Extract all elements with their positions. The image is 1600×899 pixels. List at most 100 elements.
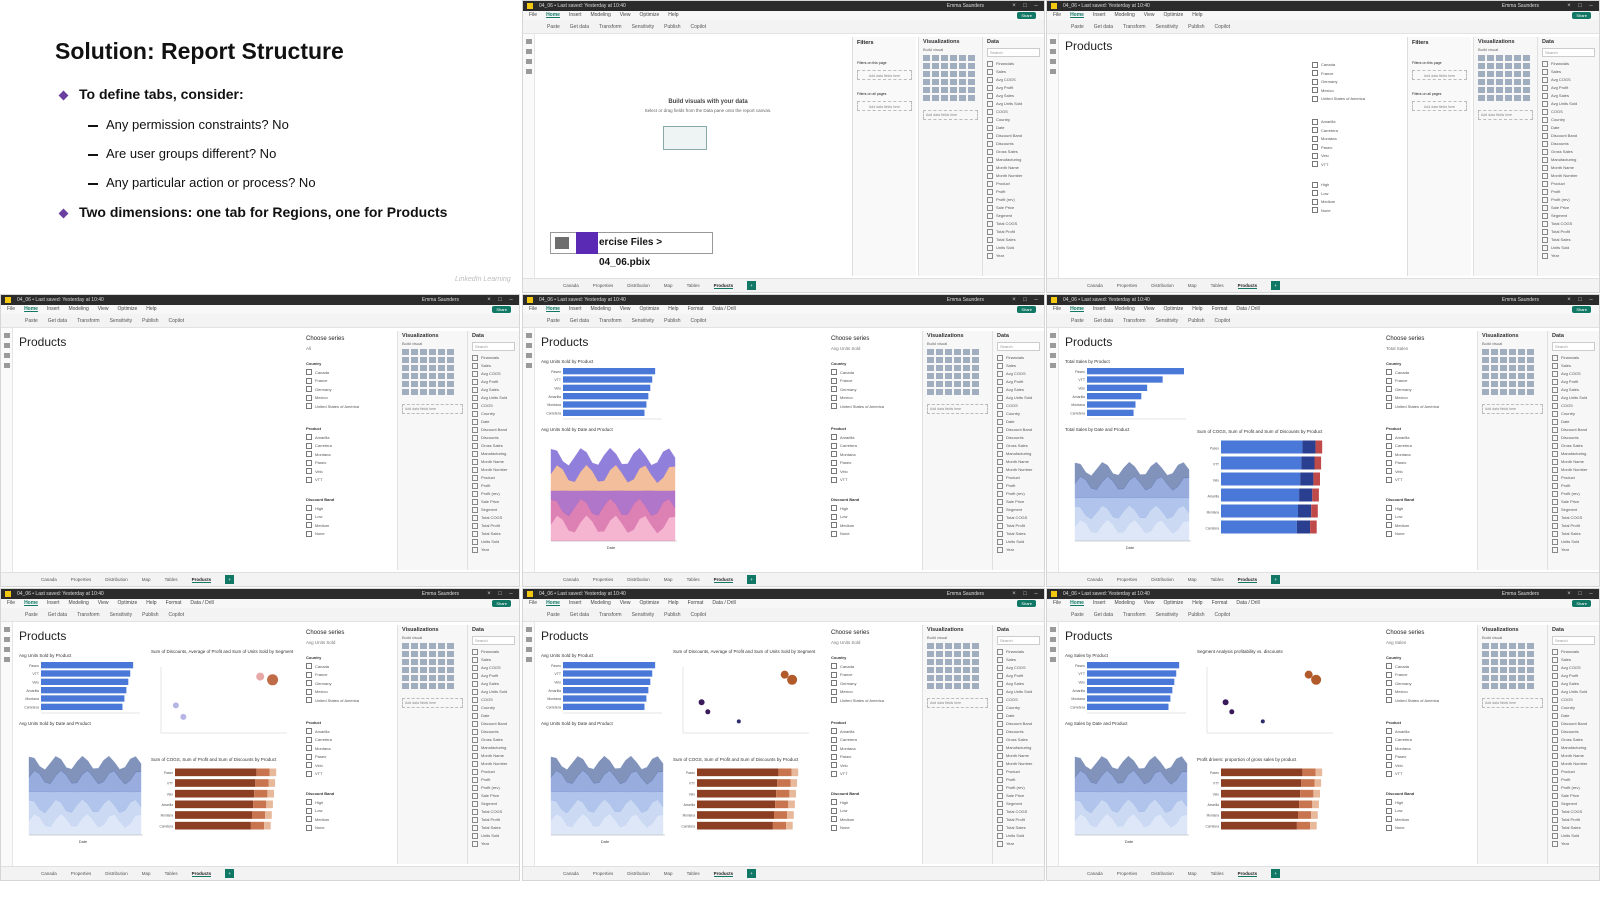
visual-type-icon[interactable] <box>972 651 979 657</box>
add-fields-well[interactable]: Add data fields here <box>923 110 978 120</box>
visual-type-icon[interactable] <box>1505 63 1512 69</box>
visual-type-icon[interactable] <box>927 667 934 673</box>
maximize-icon[interactable]: □ <box>1576 296 1584 304</box>
tab-properties[interactable]: Properties <box>593 283 614 288</box>
visual-type-icon[interactable] <box>411 349 418 355</box>
field-item[interactable]: Financials <box>987 60 1040 68</box>
field-item[interactable]: Discounts <box>1542 140 1595 148</box>
visual-type-icon[interactable] <box>447 651 454 657</box>
maximize-icon[interactable]: □ <box>1021 590 1029 598</box>
slicer-option[interactable]: Montana <box>306 745 332 754</box>
field-item[interactable]: Discount Band <box>987 132 1040 140</box>
visual-type-icon[interactable] <box>963 389 970 395</box>
visual-type-icon[interactable] <box>1500 389 1507 395</box>
field-item[interactable]: COGS <box>1542 108 1595 116</box>
slicer-option[interactable]: Medium <box>306 522 334 531</box>
visual-type-icon[interactable] <box>945 643 952 649</box>
field-item[interactable]: Sale Price <box>472 498 515 506</box>
visual-type-icon[interactable] <box>923 63 930 69</box>
slicer-option[interactable]: VTT <box>831 476 857 485</box>
field-item[interactable]: Discounts <box>997 728 1040 736</box>
visual-type-icon[interactable] <box>932 55 939 61</box>
model-view-icon[interactable] <box>1049 353 1056 358</box>
field-item[interactable]: Units Sold <box>1552 832 1595 840</box>
ribbon-button[interactable]: Sensitivity <box>1156 612 1179 618</box>
share-button[interactable]: Share <box>492 600 511 607</box>
share-button[interactable]: Share <box>1017 12 1036 19</box>
tab-canada[interactable]: Canada <box>563 283 579 288</box>
visual-type-icon[interactable] <box>936 373 943 379</box>
field-item[interactable]: Month Name <box>472 752 515 760</box>
menu-extra[interactable]: Data / Drill <box>190 600 213 606</box>
visual-type-icon[interactable] <box>1518 675 1525 681</box>
share-button[interactable]: Share <box>1017 600 1036 607</box>
visual-type-icon[interactable] <box>963 659 970 665</box>
visual-type-icon[interactable] <box>932 79 939 85</box>
slicer-option[interactable]: Low <box>831 807 859 816</box>
visual-type-icon[interactable] <box>1505 79 1512 85</box>
visual-type-icon[interactable] <box>447 643 454 649</box>
slicer-option[interactable]: High <box>306 799 334 808</box>
field-item[interactable]: Manufacturing <box>1552 450 1595 458</box>
tab-map[interactable]: Map <box>142 577 151 582</box>
visual-type-icon[interactable] <box>923 55 930 61</box>
visual-type-icon[interactable] <box>954 659 961 665</box>
field-item[interactable]: Sales <box>1552 362 1595 370</box>
area-chart[interactable]: Date <box>541 735 669 845</box>
ribbon-button[interactable]: Paste <box>547 318 560 324</box>
scatter-chart[interactable] <box>151 663 291 743</box>
field-item[interactable]: Date <box>1552 712 1595 720</box>
visual-type-icon[interactable] <box>411 651 418 657</box>
slicer-option[interactable]: France <box>1386 671 1439 680</box>
slicer-option[interactable]: Carretera <box>1386 442 1412 451</box>
report-view-icon[interactable] <box>1049 627 1056 632</box>
field-item[interactable]: Units Sold <box>472 832 515 840</box>
visual-type-icon[interactable] <box>420 349 427 355</box>
model-view-icon[interactable] <box>1049 647 1056 652</box>
visual-type-icon[interactable] <box>438 365 445 371</box>
field-item[interactable]: Sale Price <box>997 792 1040 800</box>
visual-type-icon[interactable] <box>1482 365 1489 371</box>
tab-properties[interactable]: Properties <box>1117 871 1138 876</box>
visual-type-icon[interactable] <box>936 667 943 673</box>
tab-map[interactable]: Map <box>1188 871 1197 876</box>
visual-type-icon[interactable] <box>447 373 454 379</box>
field-item[interactable]: Sale Price <box>997 498 1040 506</box>
field-item[interactable]: COGS <box>472 402 515 410</box>
visual-type-icon[interactable] <box>411 643 418 649</box>
tab-tables[interactable]: Tables <box>165 871 178 876</box>
visual-type-icon[interactable] <box>1500 373 1507 379</box>
slicer-option[interactable]: Mexico <box>306 394 359 403</box>
ribbon-button[interactable]: Sensitivity <box>632 24 655 30</box>
slicer-option[interactable]: Montana <box>1386 451 1412 460</box>
field-item[interactable]: Gross Sales <box>1552 736 1595 744</box>
visual-type-icon[interactable] <box>402 683 409 689</box>
field-item[interactable]: Profit (rev) <box>997 490 1040 498</box>
field-item[interactable]: Profit (rev) <box>472 784 515 792</box>
slicer-option[interactable]: None <box>306 530 334 539</box>
menu-home[interactable]: Home <box>1070 12 1084 18</box>
menu-home[interactable]: Home <box>546 306 560 312</box>
field-item[interactable]: Country <box>1552 410 1595 418</box>
ribbon-button[interactable]: Transform <box>599 612 622 618</box>
visual-type-icon[interactable] <box>447 381 454 387</box>
menu-help[interactable]: Help <box>146 600 156 606</box>
user-name[interactable]: Emma Saunders <box>947 1 984 11</box>
visual-type-icon[interactable] <box>941 63 948 69</box>
visual-type-icon[interactable] <box>429 349 436 355</box>
slicer-option[interactable]: Montana <box>1312 135 1338 144</box>
slicer-option[interactable]: None <box>831 530 859 539</box>
field-item[interactable]: Discount Band <box>1542 132 1595 140</box>
visual-type-icon[interactable] <box>438 389 445 395</box>
visual-type-icon[interactable] <box>1527 365 1534 371</box>
tab-distribution[interactable]: Distribution <box>1151 871 1174 876</box>
ribbon-button[interactable]: Sensitivity <box>1156 24 1179 30</box>
slicer-option[interactable]: None <box>306 824 334 833</box>
tab-distribution[interactable]: Distribution <box>105 871 128 876</box>
bar-chart[interactable]: Paseo VTT Velo Amarilla Montana Carretera <box>541 661 666 721</box>
ribbon-button[interactable]: Sensitivity <box>632 318 655 324</box>
report-view-icon[interactable] <box>525 627 532 632</box>
visual-type-icon[interactable] <box>1482 373 1489 379</box>
close-icon[interactable]: × <box>485 296 493 304</box>
visual-type-icon[interactable] <box>438 381 445 387</box>
